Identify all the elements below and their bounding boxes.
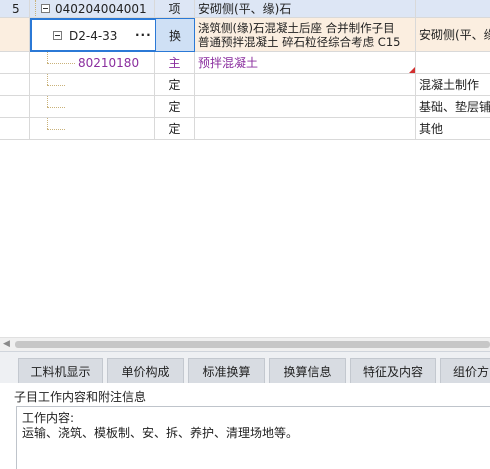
type-label: 换 <box>168 28 181 43</box>
work-content-heading: 工作内容: <box>22 411 75 425</box>
type-cell: 项 <box>155 0 195 18</box>
tree-line <box>47 85 65 86</box>
name-cell[interactable]: 安砌侧(平、缘)石 <box>195 0 416 18</box>
row-index <box>0 52 30 74</box>
table-row[interactable]: 定 混凝土制作 <box>0 74 490 96</box>
flag-marker <box>409 67 415 73</box>
type-cell: 定 <box>155 96 195 118</box>
code-cell[interactable] <box>30 74 155 96</box>
detail-tabbar: 工料机显示 单价构成 标准换算 换算信息 特征及内容 组价方 <box>0 351 490 383</box>
material-code: 80210180 <box>78 55 140 70</box>
spec-cell[interactable] <box>416 52 490 74</box>
table-row[interactable]: 定 其他 <box>0 118 490 140</box>
item-code: 040204004001 <box>55 1 147 16</box>
scroll-left-icon[interactable]: ◀ <box>3 340 12 349</box>
tab-pricing[interactable]: 组价方 <box>440 358 490 383</box>
row-index <box>0 118 30 140</box>
quota-name-line2: 普通预拌混凝土 碎石粒径综合考虑 C15 <box>198 34 401 49</box>
tree-line <box>47 96 48 107</box>
quota-code: D2-4-33 <box>69 29 118 43</box>
quota-name-line1: 浇筑侧(缘)石混凝土后座 合并制作子目 <box>198 20 395 35</box>
selected-type-cell[interactable]: 换 <box>155 18 195 52</box>
table-row[interactable]: 80210180 主 预拌混凝土 <box>0 52 490 74</box>
tab-features-content[interactable]: 特征及内容 <box>350 358 436 383</box>
tab-conversion-info[interactable]: 换算信息 <box>269 358 346 383</box>
spec-cell[interactable]: 其他 <box>416 118 490 140</box>
row-index: 5 <box>0 0 30 18</box>
table-row[interactable]: 定 基础、垫层铺 <box>0 96 490 118</box>
quota-name: 浇筑侧(缘)石混凝土后座 合并制作子目 普通预拌混凝土 碎石粒径综合考虑 C15 <box>198 21 400 49</box>
more-button[interactable]: ··· <box>135 28 152 42</box>
tab-standard-conversion[interactable]: 标准换算 <box>188 358 265 383</box>
tree-line <box>47 74 48 85</box>
name-cell[interactable] <box>195 118 416 140</box>
work-content-textarea[interactable]: 工作内容: 运输、浇筑、模板制、安、拆、养护、清理场地等。 <box>16 406 490 469</box>
row-index <box>0 74 30 96</box>
spec-cell[interactable]: 混凝土制作 <box>416 74 490 96</box>
app-window: 5 040204004001 项 安砌侧(平、缘)石 浇筑侧(缘)石混凝土后座 … <box>0 0 490 469</box>
row-index <box>0 18 30 52</box>
code-cell[interactable]: 80210180 <box>30 52 155 74</box>
tree-line <box>47 118 48 129</box>
spec-cell[interactable]: 安砌侧(平、缘 <box>416 18 490 52</box>
tree-line <box>47 129 65 130</box>
type-cell: 主 <box>155 52 195 74</box>
name-cell[interactable] <box>195 96 416 118</box>
code-cell[interactable]: 040204004001 <box>30 0 155 18</box>
material-name: 预拌混凝土 <box>198 56 259 70</box>
tab-unit-price[interactable]: 单价构成 <box>107 358 184 383</box>
spec-cell[interactable]: 基础、垫层铺 <box>416 96 490 118</box>
name-cell[interactable] <box>195 74 416 96</box>
collapse-icon[interactable] <box>41 4 50 13</box>
type-cell: 定 <box>155 74 195 96</box>
tree-line <box>47 107 65 108</box>
table-row[interactable]: 5 040204004001 项 安砌侧(平、缘)石 <box>0 0 490 18</box>
type-cell: 定 <box>155 118 195 140</box>
spec-cell[interactable] <box>416 0 490 18</box>
name-cell[interactable]: 浇筑侧(缘)石混凝土后座 合并制作子目 普通预拌混凝土 碎石粒径综合考虑 C15 <box>195 18 416 52</box>
collapse-icon[interactable] <box>53 31 62 40</box>
tab-labor-material[interactable]: 工料机显示 <box>18 358 103 383</box>
panel-title: 子目工作内容和附注信息 <box>14 390 147 404</box>
name-cell[interactable]: 预拌混凝土 <box>195 52 416 74</box>
horizontal-scrollbar[interactable]: ◀ <box>0 337 490 351</box>
tree-line <box>35 0 36 17</box>
code-cell[interactable] <box>30 118 155 140</box>
tree-line <box>47 63 75 64</box>
code-cell[interactable] <box>30 96 155 118</box>
tree-line <box>47 52 48 63</box>
row-index <box>0 96 30 118</box>
scroll-thumb[interactable] <box>15 341 490 348</box>
quota-grid: 5 040204004001 项 安砌侧(平、缘)石 浇筑侧(缘)石混凝土后座 … <box>0 0 490 145</box>
work-content-text: 运输、浇筑、模板制、安、拆、养护、清理场地等。 <box>22 426 299 440</box>
